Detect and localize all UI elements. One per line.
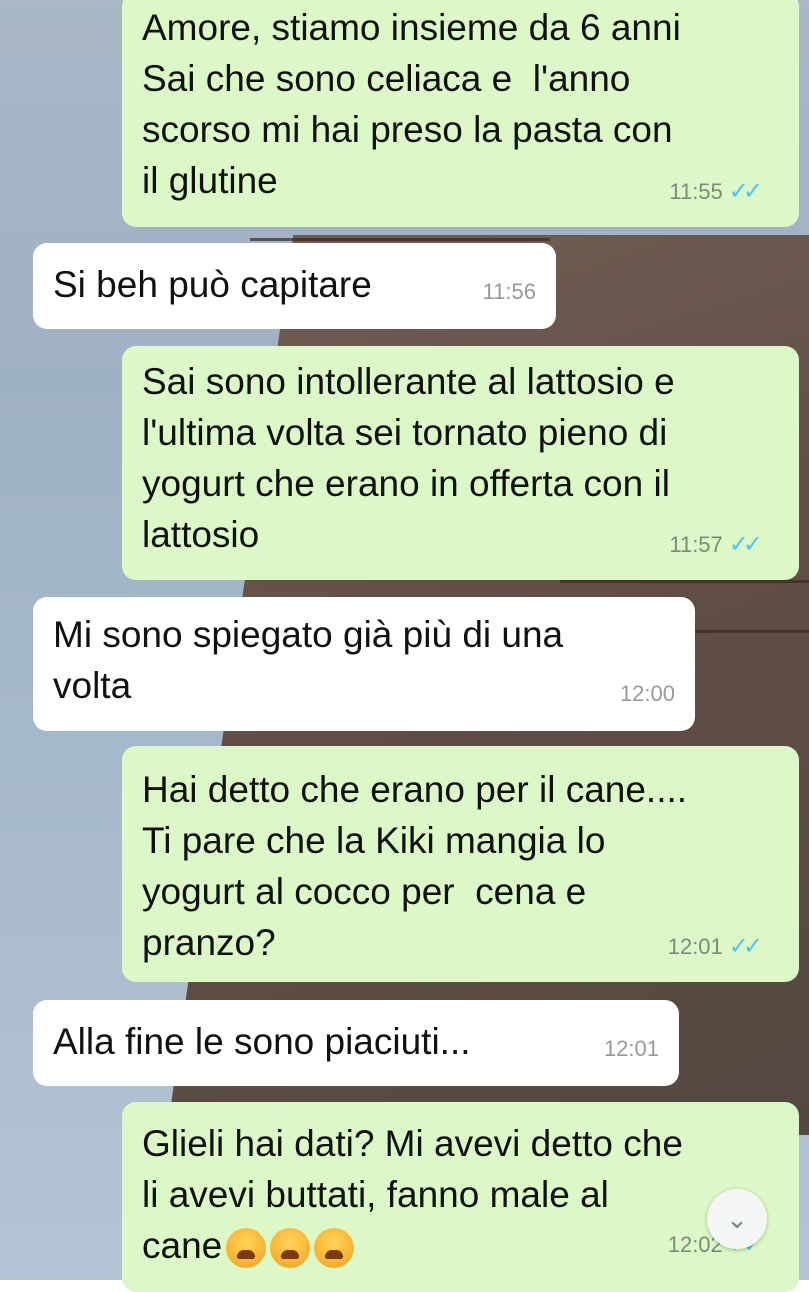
- message-time: 12:01: [667, 934, 723, 959]
- message-meta: 12:00: [620, 668, 675, 719]
- weary-face-icon: [314, 1228, 355, 1269]
- message-text: Mi sono spiegato già più di una volta: [53, 614, 564, 706]
- message-time: 11:57: [669, 532, 723, 557]
- message-time: 12:00: [619, 681, 675, 706]
- message-incoming[interactable]: Alla fine le sono piaciuti... 12:01: [33, 1000, 679, 1086]
- message-time: 12:01: [603, 1036, 659, 1061]
- message-outgoing[interactable]: Glieli hai dati? Mi avevi detto che li a…: [122, 1102, 799, 1292]
- message-incoming[interactable]: Si beh può capitare 11:56: [33, 243, 556, 329]
- scroll-to-bottom-button[interactable]: ⌄: [707, 1189, 767, 1249]
- message-meta: 12:01: [604, 1023, 659, 1074]
- chevron-down-icon: ⌄: [726, 1203, 748, 1234]
- read-receipt-icon: ✓✓: [728, 933, 763, 960]
- message-incoming[interactable]: Mi sono spiegato già più di una volta 12…: [33, 597, 695, 731]
- message-meta: 11:56: [483, 266, 536, 317]
- message-meta: 11:57 ✓✓: [669, 519, 763, 570]
- message-time: 11:55: [669, 179, 723, 204]
- wallpaper-line: [250, 238, 550, 241]
- read-receipt-icon: ✓✓: [728, 531, 763, 558]
- message-time: 11:56: [482, 279, 536, 304]
- wallpaper-line: [560, 580, 809, 583]
- message-text: Alla fine le sono piaciuti...: [53, 1021, 471, 1062]
- weary-face-icon: [226, 1228, 267, 1269]
- message-text-part: Glieli hai dati? Mi avevi detto che li a…: [142, 1123, 683, 1266]
- read-receipt-icon: ✓✓: [728, 178, 763, 205]
- message-meta: 11:55 ✓✓: [669, 166, 763, 217]
- message-outgoing[interactable]: Sai sono intollerante al lattosio e l'ul…: [122, 346, 799, 580]
- weary-face-icon: [270, 1228, 311, 1269]
- message-outgoing[interactable]: Hai detto che erano per il cane.... Ti p…: [122, 746, 799, 982]
- message-outgoing[interactable]: Amore, stiamo insieme da 6 anni Sai che …: [122, 0, 799, 227]
- message-text: Si beh può capitare: [53, 264, 372, 305]
- message-meta: 12:01 ✓✓: [667, 921, 763, 972]
